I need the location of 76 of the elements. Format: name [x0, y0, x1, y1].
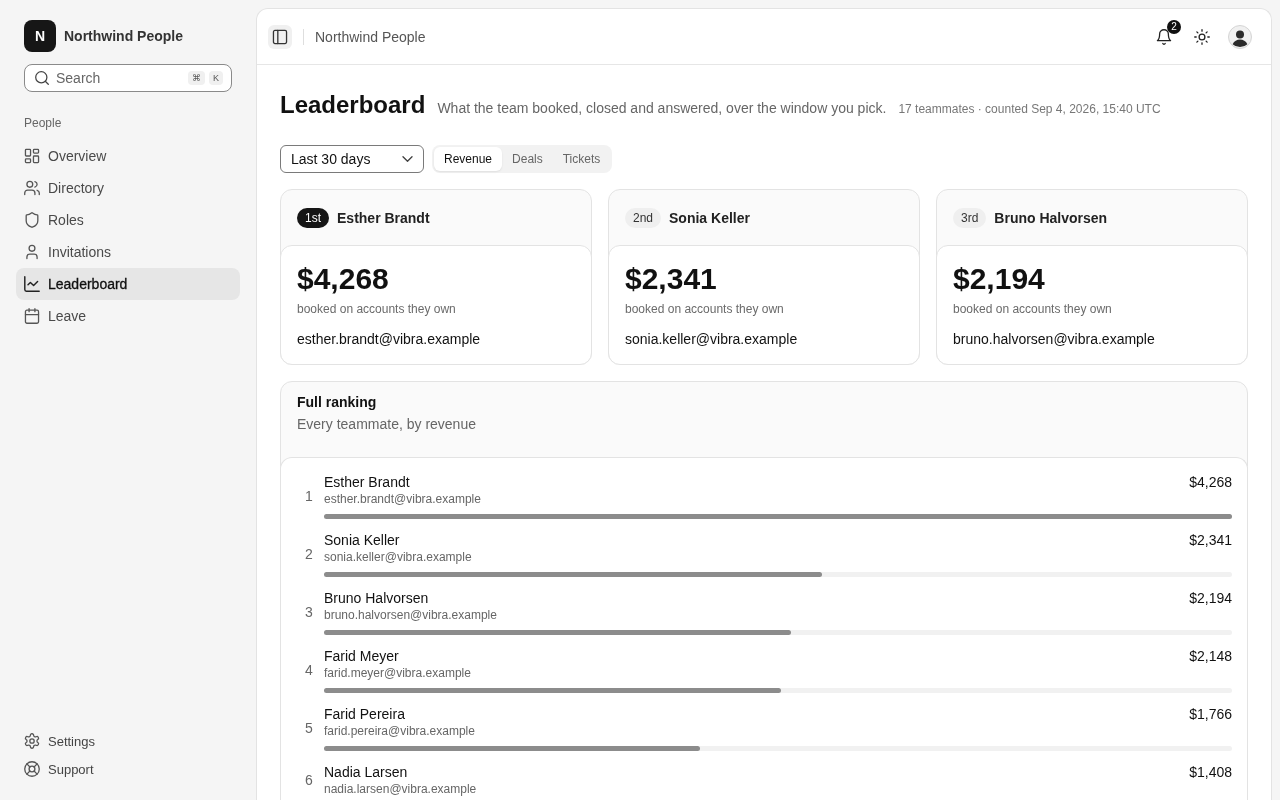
ranking-subtitle: Every teammate, by revenue [297, 415, 477, 434]
brand-name: Northwind People [64, 28, 183, 44]
member-name: Nadia Larsen [324, 763, 408, 781]
podium-email: bruno.halvorsen@vibra.example [953, 330, 1156, 349]
sidebar-link[interactable]: Settings [16, 727, 240, 755]
metric-tab[interactable]: Revenue [434, 147, 503, 171]
podium-caption: booked on accounts they own [625, 301, 785, 317]
calendar-icon [24, 308, 40, 324]
metric-tab[interactable]: Tickets [552, 147, 611, 171]
podium-name: Esther Brandt [337, 209, 430, 226]
period-select[interactable]: Last 30 days [280, 145, 424, 173]
page-description: What the team booked, closed and answered, over the window you pick. [437, 100, 887, 116]
rank-number: 5 [304, 720, 314, 736]
sidebar-toggle-button[interactable] [268, 24, 292, 49]
nav-item[interactable]: Directory [16, 172, 240, 204]
bell-icon[interactable] [1156, 28, 1172, 45]
podium-caption: booked on accounts they own [953, 301, 1113, 317]
nav-item[interactable]: Leave [16, 300, 240, 332]
member-email: sonia.keller@vibra.example [324, 549, 473, 565]
settings-icon [24, 733, 40, 749]
podium-amount: $2,341 [625, 261, 718, 297]
podium-name: Sonia Keller [669, 209, 750, 226]
member-email: esther.brandt@vibra.example [324, 491, 482, 507]
member-amount: $1,408 [1189, 763, 1232, 781]
rank-number: 6 [304, 772, 314, 788]
users-icon [24, 180, 40, 196]
page-title: Leaderboard [280, 90, 426, 120]
member-email: nadia.larsen@vibra.example [324, 781, 478, 797]
podium-amount: $2,194 [953, 261, 1046, 297]
member-email: bruno.halvorsen@vibra.example [324, 607, 498, 623]
podium-name: Bruno Halvorsen [994, 209, 1108, 226]
member-amount: $2,148 [1189, 647, 1232, 665]
podium-email: sonia.keller@vibra.example [625, 330, 799, 349]
member-name: Bruno Halvorsen [324, 589, 429, 607]
search-icon [35, 71, 49, 85]
user-icon [24, 244, 40, 260]
rank-number: 2 [304, 546, 314, 562]
shield-icon [24, 212, 40, 228]
sun-icon[interactable] [1194, 28, 1210, 45]
page-meta: 17 teammates · counted Sep 4, 2026, 15:40 UTC [898, 102, 1161, 116]
member-name: Farid Meyer [324, 647, 399, 665]
rank-number: 4 [304, 662, 314, 678]
podium-amount: $4,268 [297, 261, 390, 297]
nav-item[interactable]: Leaderboard [16, 268, 240, 300]
podium-caption: booked on accounts they own [297, 301, 457, 317]
sidebar-link[interactable]: Support [16, 755, 240, 783]
place-badge: 1st [297, 207, 329, 228]
breadcrumb: Northwind People [315, 28, 426, 45]
rank-number: 1 [304, 488, 314, 504]
metric-tab[interactable]: Deals [502, 147, 553, 171]
lifebuoy-icon [24, 761, 40, 777]
place-badge: 2nd [625, 207, 662, 228]
avatar-icon[interactable] [1228, 24, 1252, 49]
ranking-title: Full ranking [297, 393, 378, 412]
nav-item[interactable]: Invitations [16, 236, 240, 268]
member-name: Sonia Keller [324, 531, 400, 549]
place-badge: 3rd [953, 207, 987, 228]
member-amount: $4,268 [1189, 473, 1232, 491]
brand-logo: N [24, 20, 56, 52]
member-amount: $2,341 [1189, 531, 1232, 549]
member-name: Esther Brandt [324, 473, 410, 491]
member-amount: $2,194 [1189, 589, 1232, 607]
nav-item[interactable]: Roles [16, 204, 240, 236]
rank-number: 3 [304, 604, 314, 620]
grid-icon [24, 148, 40, 164]
member-name: Farid Pereira [324, 705, 405, 723]
member-email: farid.pereira@vibra.example [324, 723, 476, 739]
chart-line-icon [24, 276, 40, 292]
notification-badge: 2 [1167, 19, 1181, 34]
section-label: People [24, 115, 63, 131]
member-email: farid.meyer@vibra.example [324, 665, 472, 681]
member-amount: $1,766 [1189, 705, 1232, 723]
podium-email: esther.brandt@vibra.example [297, 330, 482, 349]
chevron-down-icon [402, 156, 413, 162]
sidebar-panel-icon [272, 28, 288, 45]
nav-item[interactable]: Overview [16, 140, 240, 172]
